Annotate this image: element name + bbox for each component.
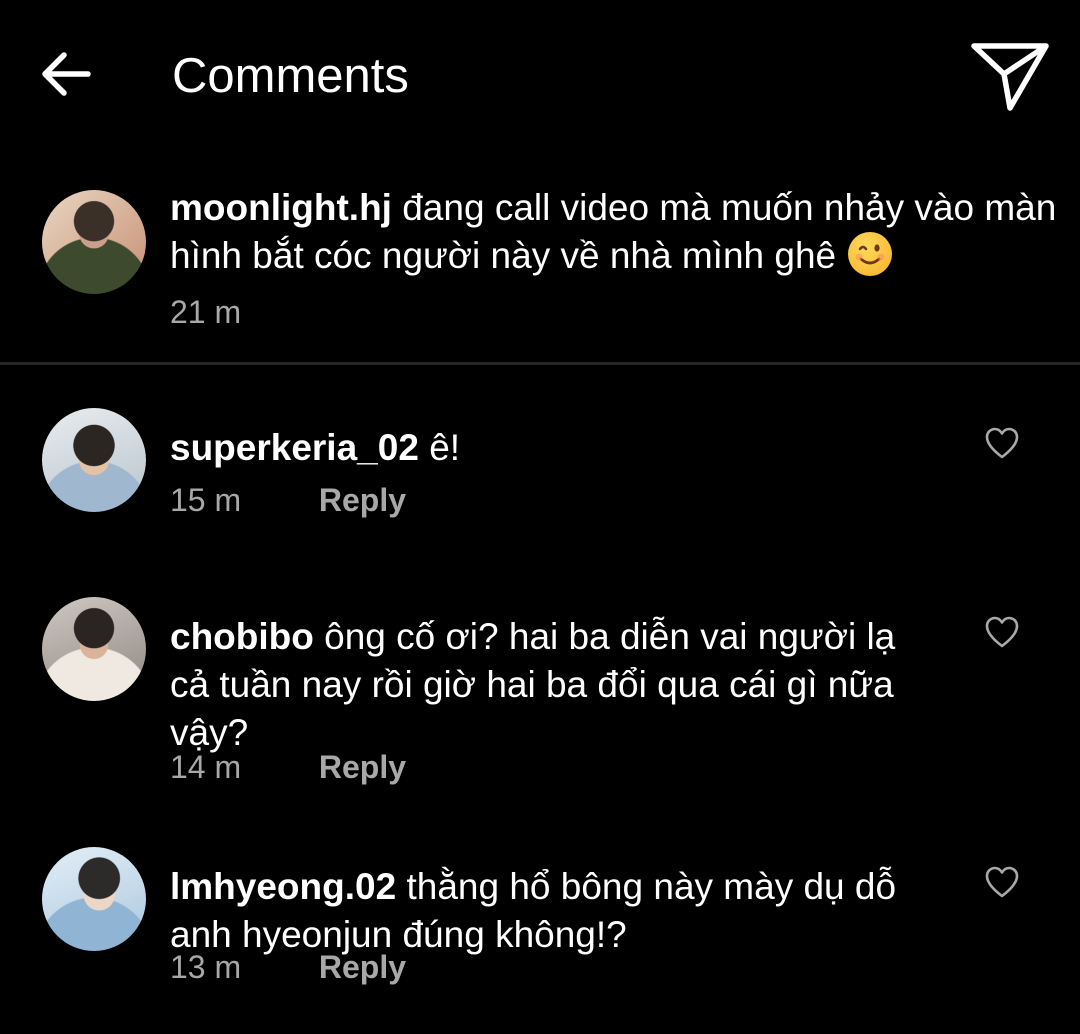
header-bar: Comments <box>0 0 1080 150</box>
paper-plane-icon <box>971 43 1049 111</box>
comment-meta: 13 m Reply <box>170 947 406 987</box>
caption-text-block: moonlight.hj đang call video mà muốn nhả… <box>170 184 1070 280</box>
comment-meta: 14 m Reply <box>170 747 406 787</box>
comment-text-block: superkeria_02 ê! <box>170 424 930 472</box>
divider <box>0 362 1080 365</box>
comment-timestamp: 14 m <box>170 749 242 785</box>
comment-meta: 15 m Reply <box>170 480 406 520</box>
winking-face-icon <box>848 232 893 276</box>
reply-button[interactable]: Reply <box>319 749 406 785</box>
comment-username[interactable]: superkeria_02 <box>170 427 419 468</box>
comment-timestamp: 15 m <box>170 482 242 518</box>
like-button[interactable] <box>984 615 1020 649</box>
comment-text: ê! <box>429 427 461 468</box>
back-button[interactable] <box>36 44 96 104</box>
like-button[interactable] <box>984 426 1020 460</box>
heart-icon <box>985 427 1019 459</box>
comment-username[interactable]: lmhyeong.02 <box>170 866 396 907</box>
share-button[interactable] <box>968 40 1052 114</box>
reply-button[interactable]: Reply <box>319 949 406 985</box>
comment-text-block: chobibo ông cố ơi? hai ba diễn vai người… <box>170 613 930 757</box>
like-button[interactable] <box>984 865 1020 899</box>
comment-text-block: lmhyeong.02 thằng hổ bông này mày dụ dỗ … <box>170 863 930 959</box>
caption-timestamp: 21 m <box>170 294 242 330</box>
comments-screen: Comments moonlight.hj đang call video mà… <box>0 0 1080 1034</box>
avatar[interactable] <box>42 190 146 294</box>
comment-timestamp: 13 m <box>170 949 242 985</box>
comment-username[interactable]: chobibo <box>170 616 314 657</box>
reply-button[interactable]: Reply <box>319 482 406 518</box>
avatar[interactable] <box>42 597 146 701</box>
caption-username[interactable]: moonlight.hj <box>170 187 392 228</box>
arrow-left-icon <box>42 52 91 96</box>
avatar[interactable] <box>42 408 146 512</box>
avatar[interactable] <box>42 847 146 951</box>
page-title: Comments <box>172 49 409 103</box>
heart-icon <box>985 866 1019 898</box>
heart-icon <box>985 616 1019 648</box>
